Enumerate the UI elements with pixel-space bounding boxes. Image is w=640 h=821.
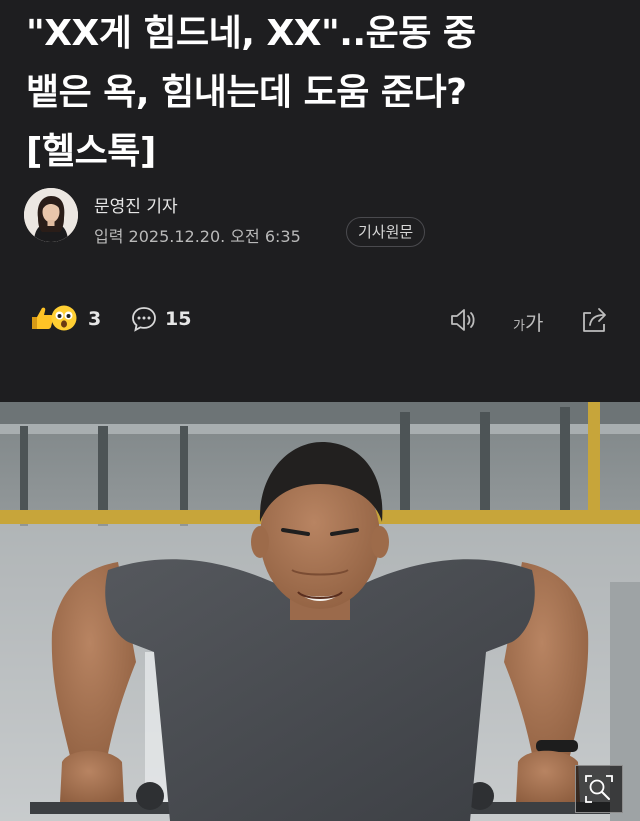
article-headline: "XX게 힘드네, XX"..운동 중 뱉은 욕, 힘내는데 도움 준다? [헬… <box>26 4 626 181</box>
article-toolbar: 3 15 가가 <box>0 300 640 342</box>
text-size-large-label: 가 <box>524 311 544 335</box>
article-hero-image[interactable] <box>0 402 640 821</box>
reporter-name[interactable]: 문영진 기자 <box>94 192 178 217</box>
share-icon[interactable] <box>578 303 612 337</box>
text-size-button[interactable]: 가가 <box>513 307 543 335</box>
gym-photo <box>0 402 640 821</box>
headline-line: [헬스톡] <box>26 131 156 172</box>
reaction-count: 3 <box>88 308 102 330</box>
surprised-face-icon <box>51 305 77 331</box>
speaker-icon[interactable] <box>447 303 481 337</box>
headline-line: "XX게 힘드네, XX"..운동 중 <box>26 13 476 54</box>
image-zoom-button[interactable] <box>575 765 623 813</box>
text-size-small-label: 가 <box>513 319 525 334</box>
headline-line: 뱉은 욕, 힘내는데 도움 준다? <box>26 72 467 113</box>
comment-icon <box>132 307 156 332</box>
comment-count: 15 <box>165 308 192 330</box>
published-time: 입력 2025.12.20. 오전 6:35 <box>94 227 301 246</box>
search-icon <box>585 775 613 803</box>
original-article-button[interactable]: 기사원문 <box>346 217 426 247</box>
reporter-avatar[interactable] <box>24 188 78 242</box>
